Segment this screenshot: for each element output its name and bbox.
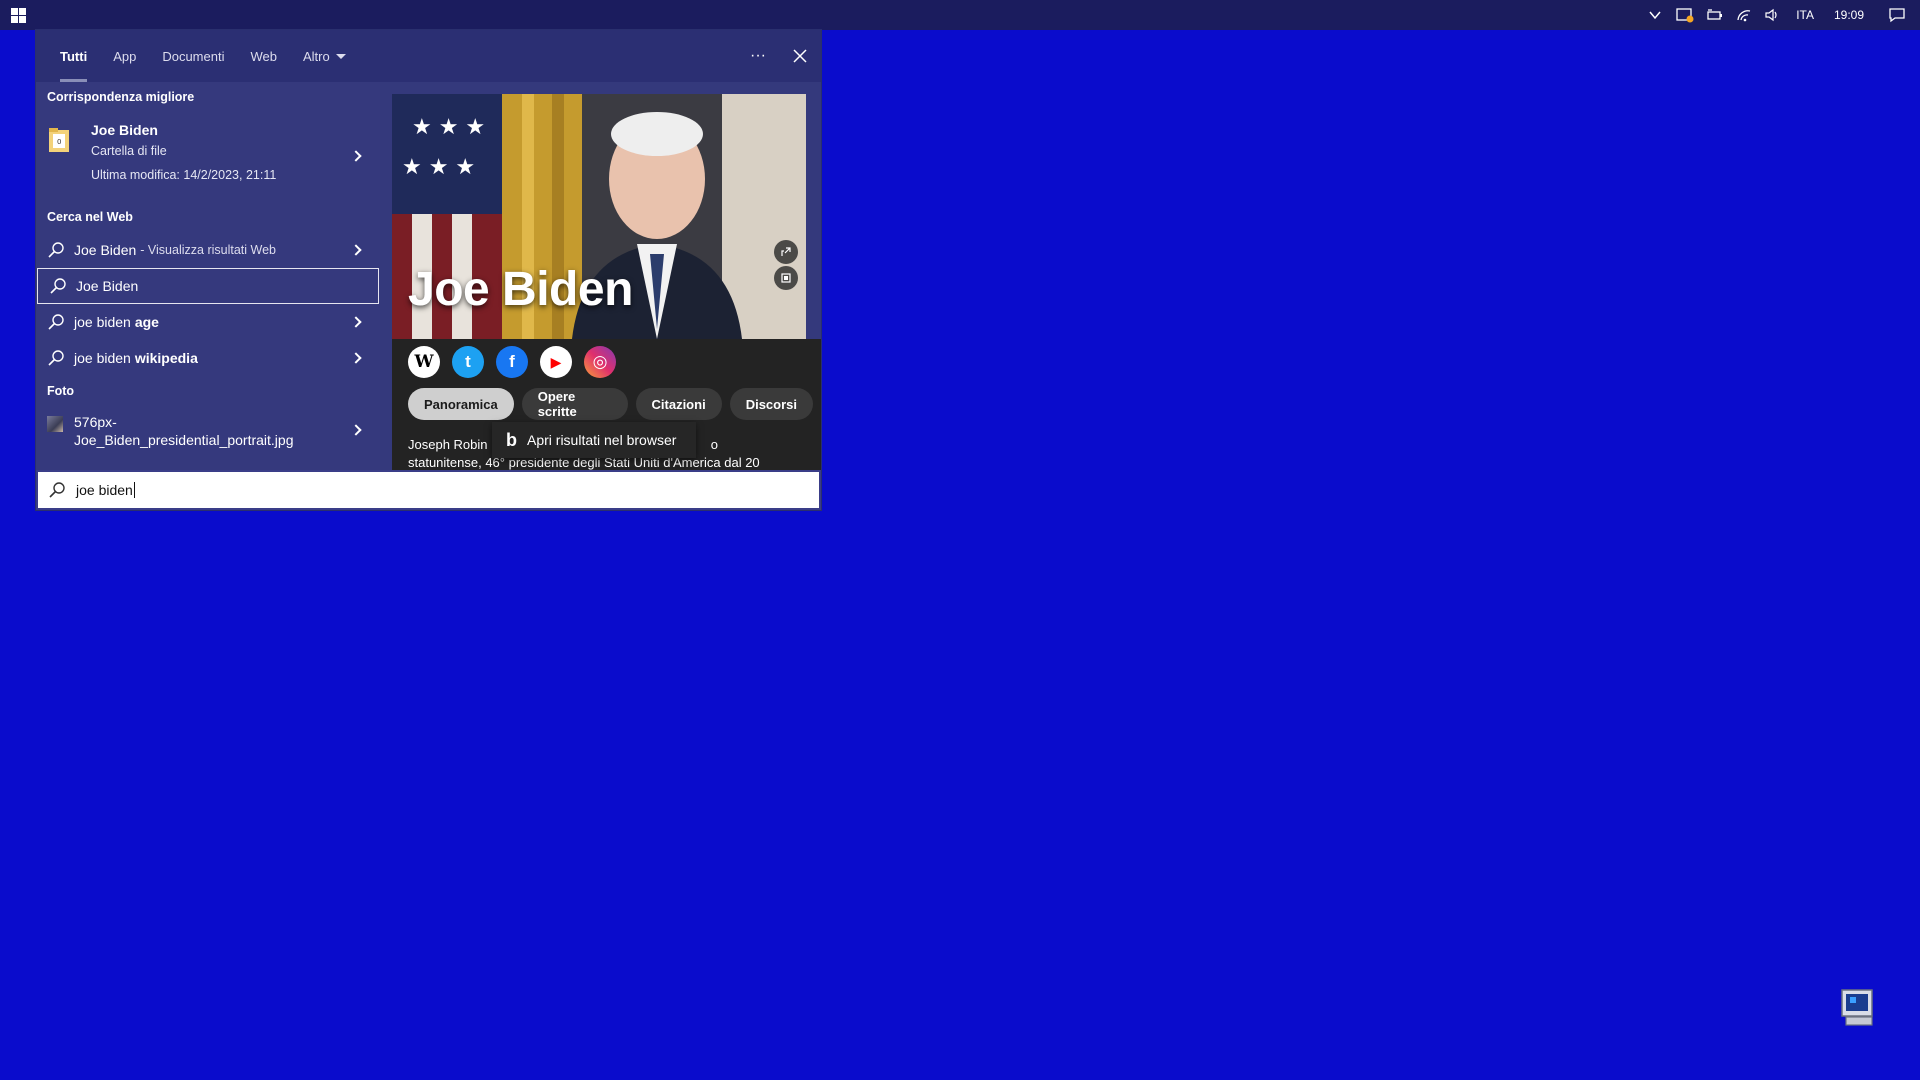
search-flyout: Tutti App Documenti Web Altro ··· Corris… (36, 30, 821, 510)
network-tray-button[interactable] (1730, 0, 1758, 30)
expand-button[interactable] (774, 266, 798, 290)
search-icon (49, 482, 65, 498)
svg-text:★ ★ ★: ★ ★ ★ (412, 115, 485, 140)
volume-tray-button[interactable] (1758, 0, 1786, 30)
web-heading: Cerca nel Web (47, 210, 133, 224)
snippet-line1-end: o (710, 437, 718, 452)
chevron-right-icon[interactable] (350, 316, 362, 328)
search-icon (50, 278, 66, 294)
notification-icon (1889, 8, 1905, 23)
chip-speeches[interactable]: Discorsi (729, 388, 813, 420)
search-input[interactable]: joe biden (76, 482, 133, 498)
preview-hero-image[interactable]: ★ ★ ★ ★ ★ ★ Joe Biden (392, 94, 806, 339)
photo-filename-line1: 576px- (74, 414, 117, 430)
open-in-browser-tooltip[interactable]: b Apri risultati nel browser (492, 422, 697, 458)
best-match-heading: Corrispondenza migliore (47, 90, 195, 104)
facebook-icon[interactable]: f (496, 346, 528, 378)
web-suggestion-text: Joe Biden (74, 242, 137, 258)
chevron-right-icon[interactable] (350, 150, 362, 162)
web-suggestion-selected[interactable]: Joe Biden (37, 268, 379, 304)
speaker-icon (1765, 8, 1777, 22)
photos-heading: Foto (47, 384, 75, 398)
best-match-title: Joe Biden (91, 122, 158, 138)
web-suggestion[interactable]: joe biden age (36, 304, 380, 340)
search-icon (48, 314, 64, 330)
web-suggestion-bold: wikipedia (134, 350, 198, 366)
web-suggestion-text: joe biden (74, 314, 131, 330)
defender-tray-button[interactable] (1670, 0, 1700, 30)
web-suggestion-hint: - Visualizza risultati Web (140, 243, 276, 257)
best-match-result[interactable]: 0 Joe Biden Cartella di file Ultima modi… (36, 112, 380, 202)
chevron-right-icon[interactable] (350, 352, 362, 364)
computer-icon[interactable] (1836, 986, 1880, 1030)
web-suggestion-text: joe biden (74, 350, 131, 366)
expand-icon (781, 273, 791, 283)
start-button[interactable] (0, 0, 36, 30)
wifi-icon (1737, 10, 1751, 22)
folder-icon: 0 (47, 126, 71, 154)
bing-icon: b (506, 429, 517, 450)
security-alert-icon (1676, 8, 1694, 23)
tab-apps[interactable]: App (100, 30, 149, 82)
tooltip-text: Apri risultati nel browser (527, 432, 677, 448)
chevron-up-icon (1649, 11, 1661, 20)
best-match-modified: Ultima modifica: 14/2/2023, 21:11 (91, 168, 277, 182)
web-suggestion-text: Joe Biden (76, 278, 139, 294)
share-button[interactable] (774, 240, 798, 264)
text-cursor (133, 482, 135, 498)
power-tray-button[interactable] (1700, 0, 1730, 30)
show-hidden-icons-button[interactable] (1640, 0, 1670, 30)
search-icon (48, 350, 64, 366)
web-suggestion-bold: age (134, 314, 159, 330)
search-tabs-bar: Tutti App Documenti Web Altro ··· (36, 30, 821, 82)
photo-result[interactable]: 576px- Joe_Biden_presidential_portrait.j… (36, 406, 380, 458)
search-input-box[interactable]: joe biden (36, 470, 821, 510)
chip-written-works[interactable]: Opere scritte (521, 388, 628, 420)
svg-text:0: 0 (57, 138, 61, 146)
best-match-type: Cartella di file (91, 144, 167, 158)
instagram-icon[interactable]: ◎ (584, 346, 616, 378)
close-button[interactable] (779, 30, 821, 82)
chip-quotes[interactable]: Citazioni (635, 388, 722, 420)
svg-text:★ ★ ★: ★ ★ ★ (402, 155, 475, 180)
caret-down-icon (335, 53, 346, 59)
more-options-button[interactable]: ··· (737, 30, 779, 82)
preview-pane: ★ ★ ★ ★ ★ ★ Joe Biden W t f ▶ ◎ Panorami… (392, 82, 821, 470)
share-icon (781, 247, 791, 256)
tab-documents[interactable]: Documenti (149, 30, 237, 82)
system-tray: ITA 19:09 (1640, 0, 1920, 30)
action-center-button[interactable] (1874, 0, 1920, 30)
social-links: W t f ▶ ◎ (408, 346, 628, 378)
taskbar: ITA 19:09 (0, 0, 1920, 30)
close-icon (793, 49, 807, 63)
search-icon (48, 242, 64, 258)
tab-more[interactable]: Altro (290, 30, 359, 82)
tab-more-label: Altro (302, 48, 330, 64)
wikipedia-icon[interactable]: W (408, 346, 440, 378)
tab-all[interactable]: Tutti (47, 30, 100, 82)
results-list: Corrispondenza migliore 0 Joe Biden Cart… (36, 82, 380, 470)
clock[interactable]: 19:09 (1824, 8, 1874, 22)
preview-title: Joe Biden (408, 263, 633, 316)
image-thumbnail-icon (47, 416, 63, 432)
twitter-icon[interactable]: t (452, 346, 484, 378)
photo-filename-line2: Joe_Biden_presidential_portrait.jpg (74, 432, 294, 448)
tab-web[interactable]: Web (237, 30, 290, 82)
chip-overview[interactable]: Panoramica (408, 388, 514, 420)
input-language[interactable]: ITA (1786, 8, 1824, 22)
web-suggestion[interactable]: Joe Biden - Visualizza risultati Web (36, 232, 380, 268)
chevron-right-icon[interactable] (350, 424, 362, 436)
windows-logo-icon (10, 7, 26, 23)
youtube-icon[interactable]: ▶ (540, 346, 572, 378)
battery-icon (1707, 9, 1723, 20)
preview-chips: Panoramica Opere scritte Citazioni Disco… (408, 388, 821, 420)
web-suggestion[interactable]: joe biden wikipedia (36, 340, 380, 376)
snippet-line1-start: Joseph Robin (408, 437, 488, 452)
chevron-right-icon[interactable] (350, 244, 362, 256)
